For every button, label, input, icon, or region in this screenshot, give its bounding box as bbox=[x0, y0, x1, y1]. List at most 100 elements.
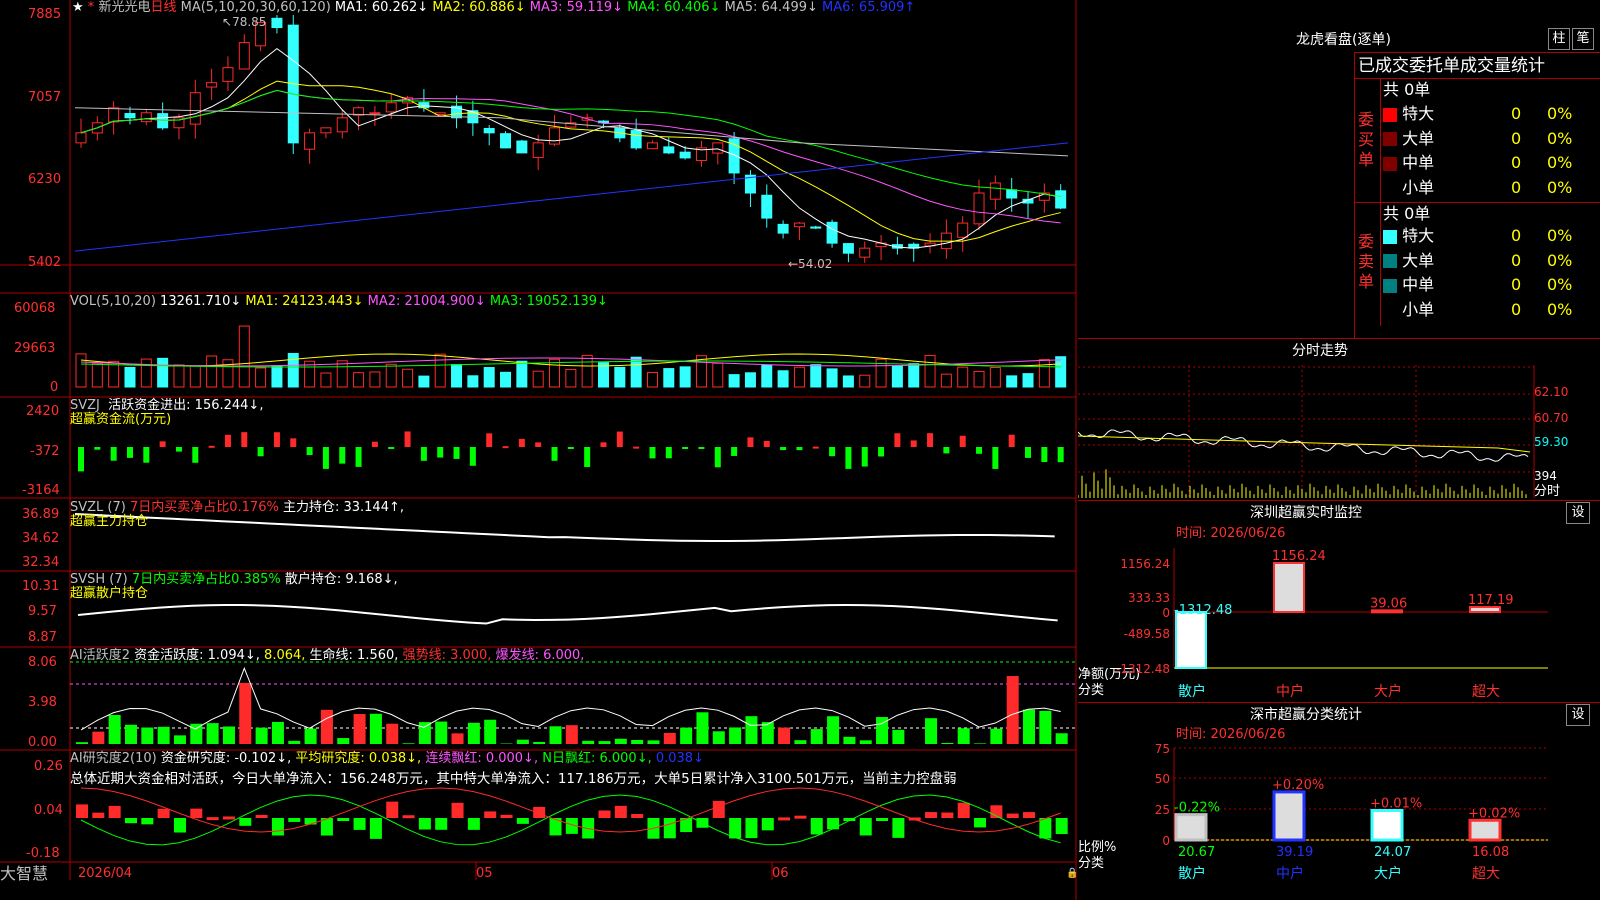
ai-active-bar bbox=[320, 709, 333, 744]
y-tick-main-1: 7885 bbox=[28, 7, 62, 22]
ai-active-bar bbox=[957, 728, 970, 744]
vol-bar bbox=[516, 360, 528, 388]
svzj-bar bbox=[845, 447, 852, 469]
svzj-bar bbox=[175, 447, 182, 452]
ai-active-bar bbox=[843, 736, 856, 744]
ai-active-bar bbox=[941, 742, 954, 744]
ai-active-bar bbox=[369, 713, 382, 744]
svzj-bar bbox=[437, 447, 444, 458]
vol-bar bbox=[140, 358, 152, 388]
ai-active-bar bbox=[631, 739, 644, 744]
vol-bar bbox=[646, 371, 658, 388]
sz-category: 大户 bbox=[1374, 683, 1402, 700]
candle-body bbox=[108, 107, 120, 123]
vol-bar bbox=[75, 353, 87, 388]
brand-logo[interactable]: 大智慧 bbox=[0, 864, 48, 884]
svzj-bar bbox=[388, 447, 395, 449]
svzj-bar bbox=[698, 447, 705, 449]
svzj-bar bbox=[894, 433, 901, 447]
vol-bar bbox=[793, 366, 805, 388]
ai-active-bar bbox=[222, 726, 235, 744]
ai-research-bar bbox=[108, 805, 121, 818]
svzj-bar bbox=[959, 435, 966, 447]
star-icon[interactable]: ★ bbox=[72, 0, 84, 15]
cls-tick: 0 bbox=[1162, 834, 1170, 848]
vol-bar bbox=[434, 353, 446, 388]
ai-research-bar bbox=[141, 818, 154, 825]
candle-body bbox=[679, 151, 691, 159]
ai-research-bar bbox=[745, 818, 758, 839]
sz-tick: -489.58 bbox=[1124, 627, 1170, 641]
x-tick-2: 05 bbox=[476, 866, 493, 881]
ai-active-bar bbox=[729, 727, 742, 744]
ai-active-bar bbox=[108, 714, 121, 744]
vol-bar bbox=[320, 372, 332, 388]
candle-body bbox=[532, 142, 544, 159]
vol-bar bbox=[238, 325, 250, 388]
ai-active-bar bbox=[745, 716, 758, 744]
y-tick-ai1-2: 3.98 bbox=[28, 695, 57, 710]
ai-research-bar bbox=[761, 818, 774, 831]
candle-body bbox=[336, 117, 348, 133]
vol-bar bbox=[761, 364, 773, 388]
fav-star-icon[interactable]: * bbox=[88, 0, 95, 15]
ai-research-bar bbox=[892, 818, 905, 838]
ai-research-bar bbox=[794, 815, 807, 819]
ai-research-bar bbox=[76, 804, 88, 818]
low-price-mark: ←54.02 bbox=[788, 257, 833, 271]
candle-body bbox=[369, 112, 381, 115]
ma5-value: MA5: 64.499↓ bbox=[724, 0, 818, 15]
sz-bar-value: 1156.24 bbox=[1272, 549, 1326, 564]
ai-research-bar bbox=[157, 808, 170, 818]
vol-bar bbox=[924, 355, 936, 388]
ma4-value: MA4: 60.406↓ bbox=[627, 0, 721, 15]
vol-bar bbox=[189, 365, 201, 388]
ai-active-bar bbox=[990, 728, 1003, 744]
svzj-bar bbox=[339, 447, 346, 464]
svzj-bar bbox=[224, 434, 231, 447]
ai-active-bar bbox=[1006, 676, 1019, 744]
svsh-sub: 超赢散户持仓 bbox=[70, 586, 149, 601]
ai-research-bar bbox=[974, 818, 987, 828]
svzj-bar bbox=[94, 447, 101, 450]
vol-bar bbox=[679, 366, 691, 388]
period-label[interactable]: 日线 bbox=[150, 0, 176, 15]
vol-bar bbox=[728, 374, 740, 388]
ai-active-bar bbox=[794, 740, 807, 744]
vol-bar bbox=[908, 363, 920, 388]
fenshi-price-line bbox=[1078, 429, 1529, 462]
sz-category: 超大 bbox=[1472, 684, 1500, 700]
svzj-bar bbox=[371, 441, 378, 447]
ai-research-bar bbox=[239, 818, 252, 826]
y-tick-svsh-1: 10.31 bbox=[22, 579, 60, 594]
svzj-bar bbox=[649, 447, 656, 459]
vol-bar bbox=[581, 354, 593, 388]
ai-active-bar bbox=[810, 729, 823, 744]
y-tick-svsh-2: 9.57 bbox=[28, 604, 57, 619]
ai-research-bar bbox=[92, 812, 105, 818]
ai-research-bar bbox=[598, 810, 611, 818]
vol-bar bbox=[483, 367, 495, 388]
candle-body bbox=[222, 67, 234, 82]
ai-research-bar bbox=[206, 817, 219, 821]
ai-active-bar bbox=[778, 727, 791, 744]
svzj-bar bbox=[518, 438, 525, 447]
cls-bar bbox=[1272, 790, 1306, 842]
ai-research-bar bbox=[124, 818, 137, 824]
candle-body bbox=[842, 243, 854, 254]
ai-active-bar bbox=[516, 739, 529, 744]
svzl-sub: 超赢主力持仓 bbox=[70, 514, 149, 529]
y-tick-ai2-3: -0.18 bbox=[26, 846, 60, 861]
ai-research-bar bbox=[1006, 813, 1019, 818]
ai-active-bar bbox=[418, 722, 431, 744]
candle-body bbox=[304, 132, 316, 150]
vol-bar bbox=[565, 368, 577, 388]
vol-bar bbox=[385, 363, 397, 388]
lock-icon[interactable]: 🔒 bbox=[1066, 866, 1078, 882]
vol-bar bbox=[1022, 373, 1034, 388]
candle-body bbox=[500, 133, 512, 149]
ai-research-bar bbox=[353, 818, 366, 830]
ma6-value: MA6: 65.909↑ bbox=[822, 0, 916, 15]
svzj-bar bbox=[567, 447, 574, 449]
svzj-bar bbox=[110, 447, 117, 461]
